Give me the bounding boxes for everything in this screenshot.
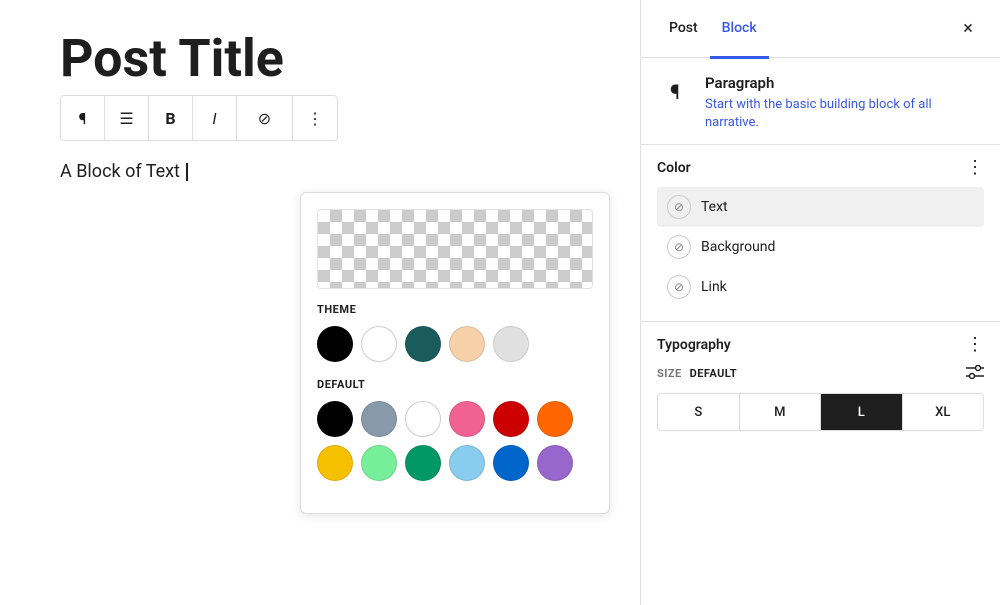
- close-panel-button[interactable]: ×: [952, 13, 984, 45]
- align-button[interactable]: ☰: [105, 96, 149, 140]
- background-color-icon: ⊘: [667, 235, 691, 259]
- size-m-label: M: [774, 405, 785, 420]
- size-s-label: S: [694, 405, 702, 420]
- link-color-icon: ⊘: [667, 275, 691, 299]
- size-settings-button[interactable]: [966, 364, 984, 383]
- typography-more-button[interactable]: ⋮: [966, 336, 984, 354]
- default-label: DEFAULT: [317, 378, 593, 391]
- size-m-button[interactable]: M: [740, 394, 822, 430]
- color-section: Color ⋮ ⊘ Text ⊘ Background ⊘ Link: [641, 145, 1000, 322]
- swatch-red[interactable]: [493, 401, 529, 437]
- swatch-black[interactable]: [317, 326, 353, 362]
- editor-area: Post Title ¶ ☰ B I ⊘ ⋮ A Block of Text T…: [0, 0, 640, 605]
- typography-section: Typography ⋮ SIZE DEFAULT S M: [641, 322, 1000, 445]
- swatch-default-black[interactable]: [317, 401, 353, 437]
- link-icon: ⊘: [258, 109, 271, 128]
- post-title[interactable]: Post Title: [60, 30, 610, 87]
- block-text-label: A Block of Text: [60, 161, 180, 182]
- panel-tabs: Post Block ×: [641, 0, 1000, 58]
- block-text-content[interactable]: A Block of Text: [60, 161, 610, 182]
- text-color-icon: ⊘: [667, 195, 691, 219]
- paragraph-block-icon: ¶: [657, 74, 693, 110]
- tab-block[interactable]: Block: [710, 1, 769, 59]
- block-info-text: Paragraph Start with the basic building …: [705, 74, 984, 132]
- paragraph-tool-button[interactable]: ¶: [61, 96, 105, 140]
- swatch-purple[interactable]: [537, 445, 573, 481]
- typography-section-header: Typography ⋮: [657, 336, 984, 354]
- size-xl-label: XL: [935, 405, 950, 420]
- link-button[interactable]: ⊘: [237, 96, 293, 140]
- swatch-default-white[interactable]: [405, 401, 441, 437]
- text-cursor: [186, 163, 188, 181]
- paragraph-icon: ¶: [79, 109, 87, 128]
- swatch-green[interactable]: [405, 445, 441, 481]
- swatch-pink[interactable]: [449, 401, 485, 437]
- right-panel: Post Block × ¶ Paragraph Start with the …: [640, 0, 1000, 605]
- tab-post[interactable]: Post: [657, 1, 710, 59]
- swatch-peach[interactable]: [449, 326, 485, 362]
- block-name: Paragraph: [705, 74, 984, 92]
- typography-section-title: Typography: [657, 337, 731, 353]
- color-row-link[interactable]: ⊘ Link: [657, 267, 984, 307]
- color-picker-popup: THEME DEFAULT: [300, 192, 610, 514]
- default-swatches-row1: [317, 401, 593, 481]
- size-l-label: L: [858, 405, 865, 420]
- size-s-button[interactable]: S: [658, 394, 740, 430]
- swatch-orange[interactable]: [537, 401, 573, 437]
- size-l-button[interactable]: L: [821, 394, 903, 430]
- swatch-light-gray[interactable]: [493, 326, 529, 362]
- color-section-title: Color: [657, 160, 691, 176]
- theme-label: THEME: [317, 303, 593, 316]
- size-default-value: DEFAULT: [690, 367, 738, 380]
- block-description: Start with the basic building block of a…: [705, 96, 984, 132]
- color-more-button[interactable]: ⋮: [966, 159, 984, 177]
- size-label: SIZE: [657, 367, 682, 380]
- swatch-yellow[interactable]: [317, 445, 353, 481]
- background-color-label: Background: [701, 239, 775, 255]
- size-xl-button[interactable]: XL: [903, 394, 984, 430]
- size-buttons: S M L XL: [657, 393, 984, 431]
- italic-button[interactable]: I: [193, 96, 237, 140]
- swatch-white[interactable]: [361, 326, 397, 362]
- color-preview-checkered: [317, 209, 593, 289]
- block-toolbar: ¶ ☰ B I ⊘ ⋮: [60, 95, 338, 141]
- align-icon: ☰: [119, 109, 133, 128]
- swatch-blue[interactable]: [493, 445, 529, 481]
- block-info: ¶ Paragraph Start with the basic buildin…: [641, 58, 1000, 145]
- swatch-gray-blue[interactable]: [361, 401, 397, 437]
- link-color-label: Link: [701, 279, 727, 295]
- color-row-background[interactable]: ⊘ Background: [657, 227, 984, 267]
- color-row-text[interactable]: ⊘ Text: [657, 187, 984, 227]
- bold-button[interactable]: B: [149, 96, 193, 140]
- swatch-mint[interactable]: [361, 445, 397, 481]
- swatch-teal[interactable]: [405, 326, 441, 362]
- more-options-button[interactable]: ⋮: [293, 96, 337, 140]
- size-row: SIZE DEFAULT: [657, 364, 984, 383]
- theme-swatches: [317, 326, 593, 362]
- text-color-label: Text: [701, 199, 728, 215]
- swatch-light-blue[interactable]: [449, 445, 485, 481]
- color-section-header: Color ⋮: [657, 159, 984, 177]
